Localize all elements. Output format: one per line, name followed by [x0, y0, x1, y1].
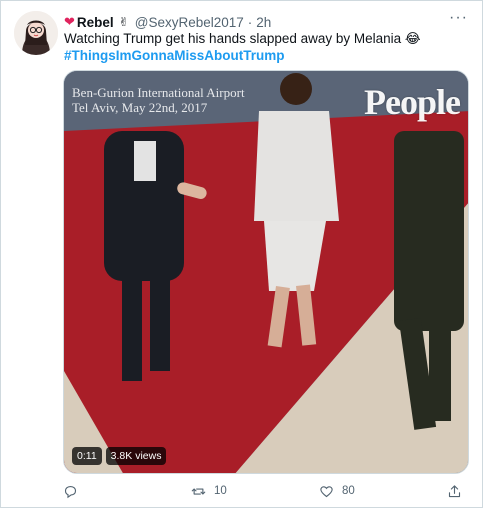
hashtag-link[interactable]: #ThingsImGonnaMissAboutTrump: [64, 47, 466, 64]
video-caption-location: Ben-Gurion International Airport: [72, 85, 245, 100]
tweet-body: Watching Trump get his hands slapped awa…: [64, 31, 421, 46]
video-player[interactable]: Ben-Gurion International Airport Tel Avi…: [63, 70, 469, 474]
share-icon: [448, 484, 461, 497]
video-views: 3.8K views: [105, 447, 167, 465]
brand-watermark: People: [364, 82, 461, 122]
user-handle[interactable]: @SexyRebel2017: [135, 15, 244, 30]
comment-icon: [64, 485, 77, 498]
display-name[interactable]: ❤ Rebel ✌: [64, 14, 129, 30]
separator-dot: ·: [247, 14, 253, 30]
retweet-count: 10: [214, 485, 227, 497]
video-duration: 0:11: [72, 447, 102, 465]
avatar-image: [14, 11, 58, 55]
heart-emoji-icon: ❤: [64, 14, 75, 29]
avatar[interactable]: [14, 11, 58, 55]
retweet-button[interactable]: 10: [191, 484, 271, 499]
like-button[interactable]: 80: [319, 484, 399, 499]
action-bar: 10 80: [63, 481, 467, 501]
like-count: 80: [342, 485, 355, 497]
heart-icon: [320, 485, 333, 497]
share-button[interactable]: [447, 484, 467, 499]
video-overlay: 0:11 3.8K views: [72, 447, 167, 465]
tweet-header: ❤ Rebel ✌ @SexyRebel2017 · 2h: [64, 12, 462, 32]
video-frame: [64, 71, 468, 473]
timestamp[interactable]: 2h: [256, 15, 271, 30]
tweet-card: ❤ Rebel ✌ @SexyRebel2017 · 2h ··· Watchi…: [0, 0, 483, 508]
reply-button[interactable]: [63, 484, 143, 499]
tweet-text: Watching Trump get his hands slapped awa…: [64, 30, 466, 64]
retweet-icon: [191, 487, 206, 495]
video-caption-date: Tel Aviv, May 22nd, 2017: [72, 100, 208, 115]
display-name-text: Rebel: [76, 14, 114, 30]
more-icon[interactable]: ···: [449, 9, 468, 27]
victory-hand-emoji-icon: ✌: [118, 15, 129, 29]
video-caption: Ben-Gurion International Airport Tel Avi…: [72, 85, 245, 115]
